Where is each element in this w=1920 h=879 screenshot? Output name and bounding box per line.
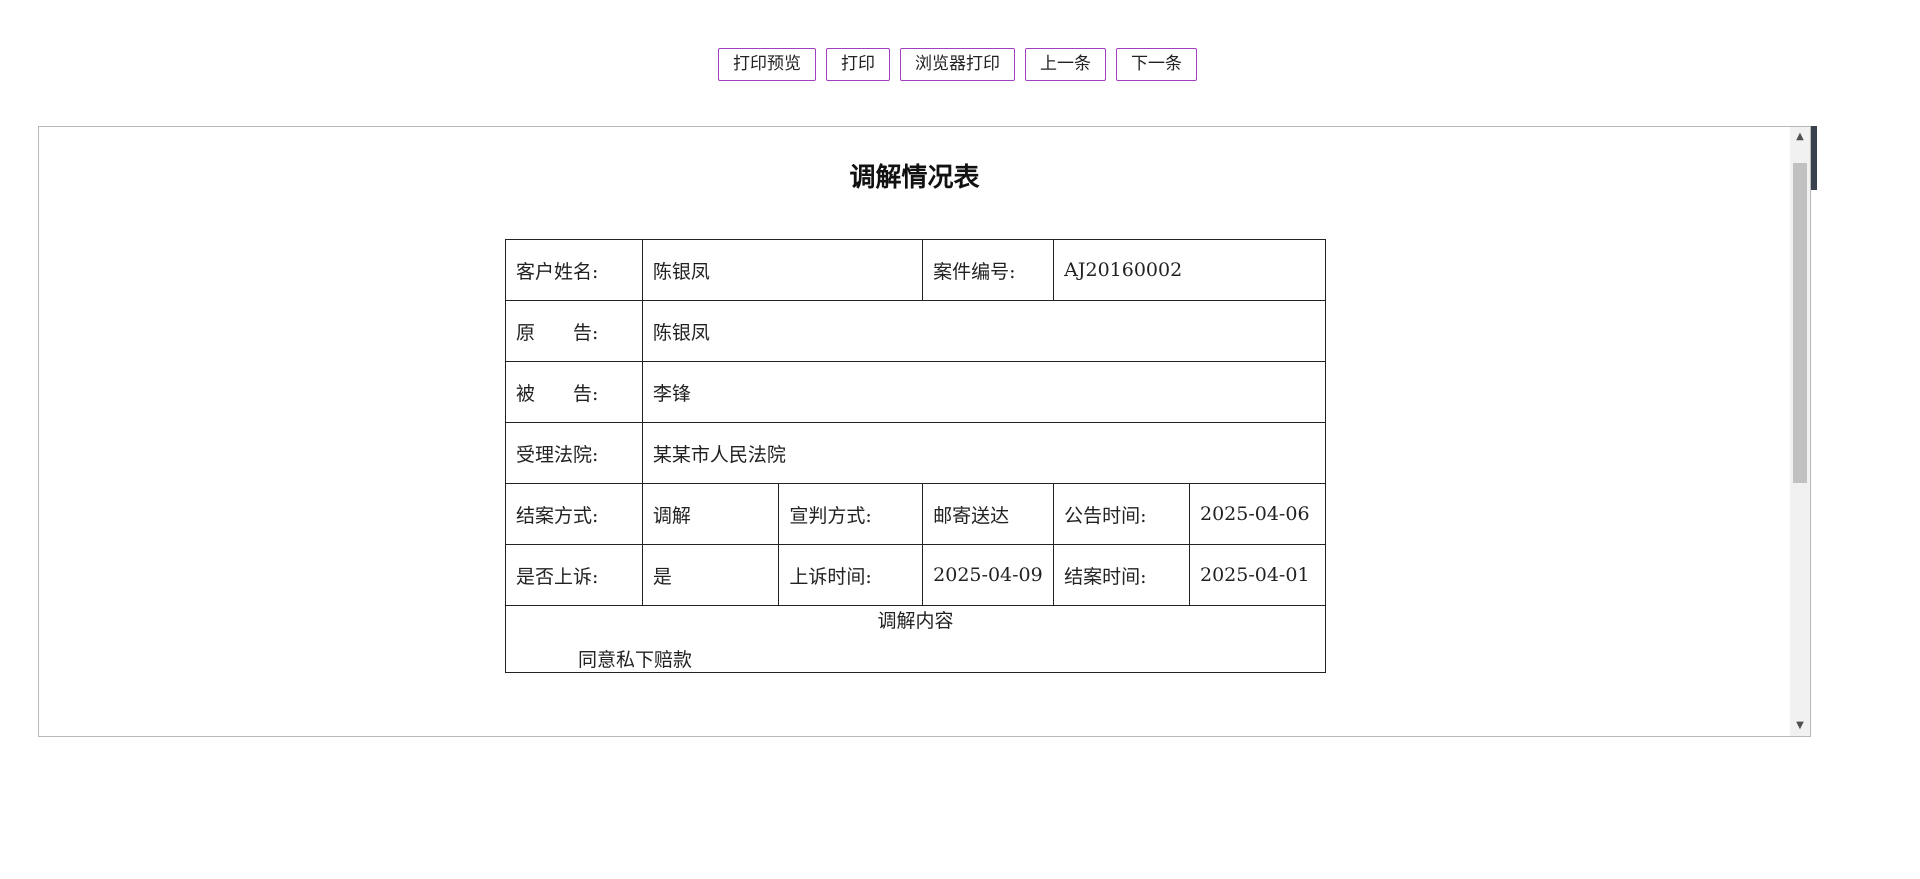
announce-time-label: 公告时间: <box>1053 483 1190 545</box>
browser-print-button[interactable]: 浏览器打印 <box>900 48 1015 81</box>
closing-method-value: 调解 <box>641 483 780 545</box>
defendant-value: 李锋 <box>641 361 1327 423</box>
defendant-label: 被 告: <box>505 361 643 423</box>
mediation-info-table: 客户姓名: 陈银凤 案件编号: AJ20160002 原 告: 陈银凤 被 告:… <box>505 239 1327 673</box>
toolbar: 打印预览 打印 浏览器打印 上一条 下一条 <box>718 48 1197 81</box>
scroll-thumb[interactable] <box>1793 163 1807 483</box>
verdict-method-label: 宣判方式: <box>778 483 924 545</box>
customer-name-value: 陈银凤 <box>641 239 924 301</box>
next-record-button[interactable]: 下一条 <box>1116 48 1197 81</box>
appealed-value: 是 <box>641 544 780 606</box>
case-number-label: 案件编号: <box>922 239 1055 301</box>
table-row: 被 告: 李锋 <box>505 361 1327 423</box>
table-row: 结案方式: 调解 宣判方式: 邮寄送达 公告时间: 2025-04-06 <box>505 483 1327 545</box>
document-title: 调解情况表 <box>849 163 980 193</box>
plaintiff-value: 陈银凤 <box>641 300 1327 362</box>
panel-edge-handle <box>1811 126 1817 190</box>
appeal-time-value: 2025-04-09 <box>922 544 1055 606</box>
mediation-content-cell: 调解内容 同意私下赔款 <box>505 605 1326 673</box>
close-time-label: 结案时间: <box>1053 544 1190 606</box>
print-button[interactable]: 打印 <box>826 48 890 81</box>
close-time-value: 2025-04-01 <box>1188 544 1327 606</box>
customer-name-label: 客户姓名: <box>505 239 643 301</box>
scroll-down-arrow-icon[interactable]: ▼ <box>1790 716 1810 736</box>
appeal-time-label: 上诉时间: <box>778 544 924 606</box>
appealed-label: 是否上诉: <box>505 544 643 606</box>
plaintiff-label: 原 告: <box>505 300 643 362</box>
document-frame: 调解情况表 客户姓名: 陈银凤 案件编号: AJ20160002 原 告: 陈银… <box>38 126 1811 737</box>
court-label: 受理法院: <box>505 422 643 484</box>
scroll-up-arrow-icon[interactable]: ▲ <box>1790 127 1810 147</box>
verdict-method-value: 邮寄送达 <box>922 483 1055 545</box>
case-number-value: AJ20160002 <box>1053 239 1326 301</box>
table-row: 调解内容 同意私下赔款 <box>505 605 1326 673</box>
table-row: 是否上诉: 是 上诉时间: 2025-04-09 结案时间: 2025-04-0… <box>505 544 1327 606</box>
table-row: 原 告: 陈银凤 <box>505 300 1327 362</box>
closing-method-label: 结案方式: <box>505 483 643 545</box>
table-row: 受理法院: 某某市人民法院 <box>505 422 1327 484</box>
previous-record-button[interactable]: 上一条 <box>1025 48 1106 81</box>
print-preview-button[interactable]: 打印预览 <box>718 48 816 81</box>
mediation-content-title: 调解内容 <box>877 610 954 632</box>
court-value: 某某市人民法院 <box>641 422 1327 484</box>
mediation-content-text: 同意私下赔款 <box>578 649 693 671</box>
table-row: 客户姓名: 陈银凤 案件编号: AJ20160002 <box>505 239 1326 301</box>
announce-time-value: 2025-04-06 <box>1188 483 1327 545</box>
vertical-scrollbar[interactable]: ▲ ▼ <box>1790 127 1810 736</box>
